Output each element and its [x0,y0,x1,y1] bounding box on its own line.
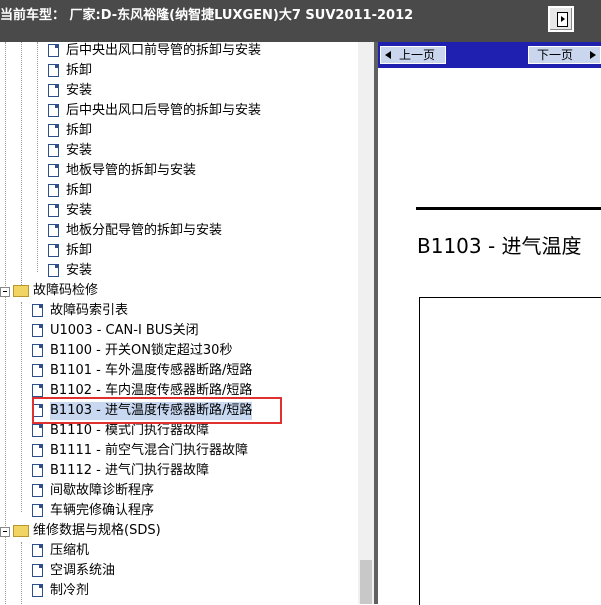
selection-highlight [32,397,282,424]
tree-guide-line [21,42,22,287]
folder-icon [13,525,29,537]
document-icon [48,44,59,57]
document-icon [48,144,59,157]
tree-guide-line [21,542,22,604]
content-frame [419,297,601,605]
page-nav-bar: 上一页 下一页 [378,42,601,68]
prev-page-button[interactable]: 上一页 [380,46,446,64]
vehicle-label: 当前车型： 厂家:D-东风裕隆(纳智捷LUXGEN)大7 SUV2011-201… [0,8,414,23]
document-icon [48,264,59,277]
document-icon [32,424,43,437]
exit-button[interactable] [548,6,574,32]
top-bar: 当前车型： 厂家:D-东风裕隆(纳智捷LUXGEN)大7 SUV2011-201… [0,0,601,42]
document-icon [48,244,59,257]
document-icon [32,464,43,477]
document-icon [32,344,43,357]
exit-icon [557,12,568,27]
folder-icon [13,285,29,297]
document-title: B1103 - 进气温度 [417,234,582,258]
document-icon [48,64,59,77]
document-icon [32,444,43,457]
document-icon [48,124,59,137]
document-icon [32,304,43,317]
next-page-button[interactable]: 下一页 [528,46,601,64]
document-icon [48,184,59,197]
document-icon [32,504,43,517]
scrollbar-thumb[interactable] [360,560,372,604]
document-icon [32,564,43,577]
arrow-right-icon [590,51,596,59]
tree-guide-line [5,42,6,604]
document-viewer: 上一页 下一页 B1103 - 进气温度 [378,42,601,605]
tree-guide-line [37,42,38,272]
document-icon [48,164,59,177]
document-icon [48,204,59,217]
document-icon [32,364,43,377]
arrow-left-icon [385,51,391,59]
tree-guide-line [21,302,22,512]
collapse-icon[interactable] [0,527,10,537]
navigation-tree: 后中央出风口前导管的拆卸与安装 拆卸 安装 后中央出风口后导管的拆卸与安装 拆卸… [0,42,358,604]
tree-scrollbar[interactable] [358,42,374,604]
title-rule [416,207,601,210]
document-icon [32,544,43,557]
collapse-icon[interactable] [0,287,10,297]
document-icon [32,324,43,337]
document-icon [32,484,43,497]
document-icon [32,584,43,597]
document-icon [48,84,59,97]
document-icon [48,224,59,237]
document-icon [32,384,43,397]
document-icon [48,104,59,117]
